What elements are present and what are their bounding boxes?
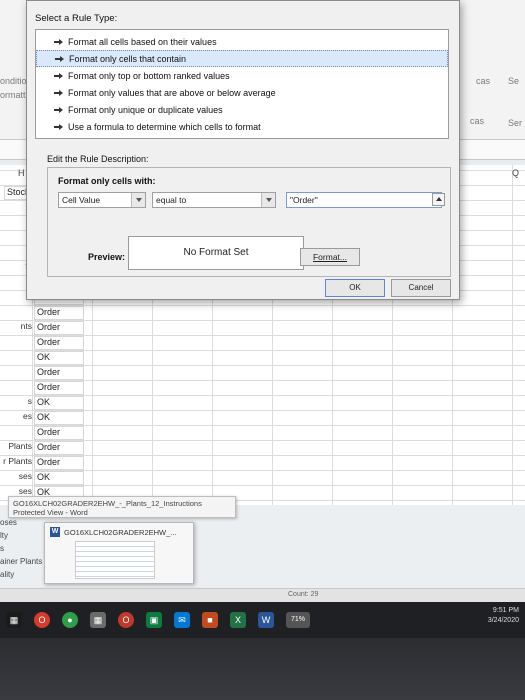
cell-stock-level[interactable]: OK — [34, 351, 84, 365]
chrome-icon[interactable]: ● — [62, 612, 78, 628]
rule-type-item[interactable]: Format only unique or duplicate values — [36, 101, 448, 118]
rule-type-item[interactable]: Format only values that are above or bel… — [36, 84, 448, 101]
rule-description-panel: Format only cells with: Cell Value equal… — [47, 167, 451, 277]
taskbar-thumbnail-preview[interactable]: W GO16XLCH02GRADER2EHW_... — [44, 522, 194, 584]
cell-stock-level[interactable]: Order — [34, 426, 84, 440]
cell-column-g[interactable]: es — [0, 411, 34, 425]
ribbon-label-cas-2[interactable]: cas — [470, 116, 484, 126]
mail-icon[interactable]: ✉ — [174, 612, 190, 628]
cell-column-g[interactable]: nts — [0, 321, 34, 335]
clock-time: 9:51 PM — [492, 607, 519, 614]
cell-column-g[interactable]: ses — [0, 471, 34, 485]
rule-type-label: Format only values that are above or bel… — [68, 87, 276, 98]
cell-stock-level[interactable]: OK — [34, 471, 84, 485]
cell-column-g[interactable] — [0, 351, 34, 365]
cell-stock-level[interactable]: Order — [34, 321, 84, 335]
rule-type-label: Select a Rule Type: — [35, 13, 118, 24]
windows-taskbar: ▦ O ● ▦ O ▣ ✉ ■ X W 71% 9:51 PM 3/24/202… — [0, 602, 525, 638]
monitor-bezel — [0, 638, 525, 700]
window-tooltip: GO16XLCH02GRADER2EHW_-_Plants_12_Instruc… — [8, 496, 236, 518]
lower-row-label[interactable]: ality — [0, 570, 14, 579]
clock-date: 3/24/2020 — [487, 617, 519, 624]
ribbon-label-ser[interactable]: Ser — [508, 118, 522, 128]
excel-icon[interactable]: X — [230, 612, 246, 628]
arrow-right-icon — [54, 123, 64, 131]
opera-icon[interactable]: O — [34, 612, 50, 628]
store-icon[interactable]: ▣ — [146, 612, 162, 628]
start-icon[interactable]: ▦ — [6, 612, 22, 628]
cell-stock-level[interactable]: Order — [34, 381, 84, 395]
column-header-q[interactable]: Q — [512, 168, 519, 182]
thumbnail-title: GO16XLCH02GRADER2EHW_... — [64, 527, 177, 537]
arrow-right-icon — [55, 55, 65, 63]
arrow-right-icon — [54, 89, 64, 97]
cell-stock-level[interactable]: OK — [34, 411, 84, 425]
edit-description-label: Edit the Rule Description: — [47, 154, 149, 164]
rule-type-label: Format only cells that contain — [69, 53, 187, 64]
status-bar: Count: 29 — [0, 588, 525, 602]
arrow-right-icon — [54, 106, 64, 114]
rule-type-label: Use a formula to determine which cells t… — [68, 121, 261, 132]
word-icon: W — [50, 527, 60, 537]
thumbnail-image[interactable] — [75, 541, 155, 579]
rule-type-item[interactable]: Format all cells based on their values — [36, 33, 448, 50]
cell-stock-level[interactable]: Order — [34, 456, 84, 470]
lower-row-label[interactable]: ainer Plants — [0, 557, 42, 566]
cell-stock-level[interactable]: OK — [34, 396, 84, 410]
format-only-cells-with-label: Format only cells with: — [58, 176, 156, 186]
cell-column-g[interactable]: r Plants — [0, 456, 34, 470]
cell-column-g[interactable]: Plants — [0, 441, 34, 455]
arrow-right-icon — [54, 38, 64, 46]
rule-type-item[interactable]: Format only cells that contain — [36, 50, 448, 67]
arrow-right-icon — [54, 72, 64, 80]
office-icon[interactable]: ■ — [202, 612, 218, 628]
ok-button[interactable]: OK — [325, 279, 385, 297]
rule-value-input[interactable]: "Order" — [286, 192, 442, 208]
condition-field-value: Cell Value — [62, 195, 101, 205]
cell-column-g[interactable] — [0, 381, 34, 395]
tooltip-title: GO16XLCH02GRADER2EHW_-_Plants_12_Instruc… — [13, 499, 202, 508]
system-tray[interactable]: 9:51 PM 3/24/2020 — [488, 606, 519, 626]
rule-type-label: Format only unique or duplicate values — [68, 104, 223, 115]
cell-stock-level[interactable]: Order — [34, 366, 84, 380]
operator-value: equal to — [156, 195, 187, 205]
cell-stock-level[interactable]: Order — [34, 336, 84, 350]
operator-dropdown[interactable]: equal to — [152, 192, 276, 208]
chevron-down-icon[interactable] — [261, 193, 275, 207]
rule-type-label: Format only top or bottom ranked values — [68, 70, 230, 81]
cell-stock-level[interactable]: Order — [34, 441, 84, 455]
cell-column-g[interactable] — [0, 306, 34, 320]
column-header-h[interactable]: H — [18, 168, 25, 182]
preview-box: No Format Set — [128, 236, 304, 270]
word-icon[interactable]: W — [258, 612, 274, 628]
battery-icon[interactable]: 71% — [286, 612, 310, 628]
cell-column-g[interactable] — [0, 426, 34, 440]
cell-stock-level[interactable]: Order — [34, 306, 84, 320]
lower-row-label[interactable]: oses — [0, 518, 17, 527]
status-count: Count: 29 — [288, 591, 319, 598]
condition-field-dropdown[interactable]: Cell Value — [58, 192, 146, 208]
cell-column-g[interactable]: s — [0, 396, 34, 410]
cancel-button[interactable]: Cancel — [391, 279, 451, 297]
rule-type-list[interactable]: Format all cells based on their values Fo… — [35, 29, 449, 139]
collapse-dialog-icon[interactable] — [432, 193, 445, 206]
calculator-icon[interactable]: ▦ — [90, 612, 106, 628]
rule-type-item[interactable]: Format only top or bottom ranked values — [36, 67, 448, 84]
app-icon-red[interactable]: O — [118, 612, 134, 628]
cell-column-g[interactable] — [0, 366, 34, 380]
lower-row-label[interactable]: s — [0, 544, 4, 553]
new-formatting-rule-dialog: Select a Rule Type: Format all cells bas… — [26, 0, 460, 300]
cell-column-g[interactable] — [0, 336, 34, 350]
rule-type-label: Format all cells based on their values — [68, 36, 217, 47]
tooltip-subtitle: Protected View - Word — [13, 508, 88, 517]
preview-label: Preview: — [88, 252, 126, 262]
lower-row-label[interactable]: lty — [0, 531, 8, 540]
ribbon-label-cas[interactable]: cas — [476, 76, 490, 86]
rule-type-item[interactable]: Use a formula to determine which cells t… — [36, 118, 448, 135]
chevron-down-icon[interactable] — [131, 193, 145, 207]
format-button[interactable]: Format... — [300, 248, 360, 266]
conditional-formatting-label[interactable]: onditio — [0, 76, 27, 86]
ribbon-label-se[interactable]: Se — [508, 76, 519, 86]
